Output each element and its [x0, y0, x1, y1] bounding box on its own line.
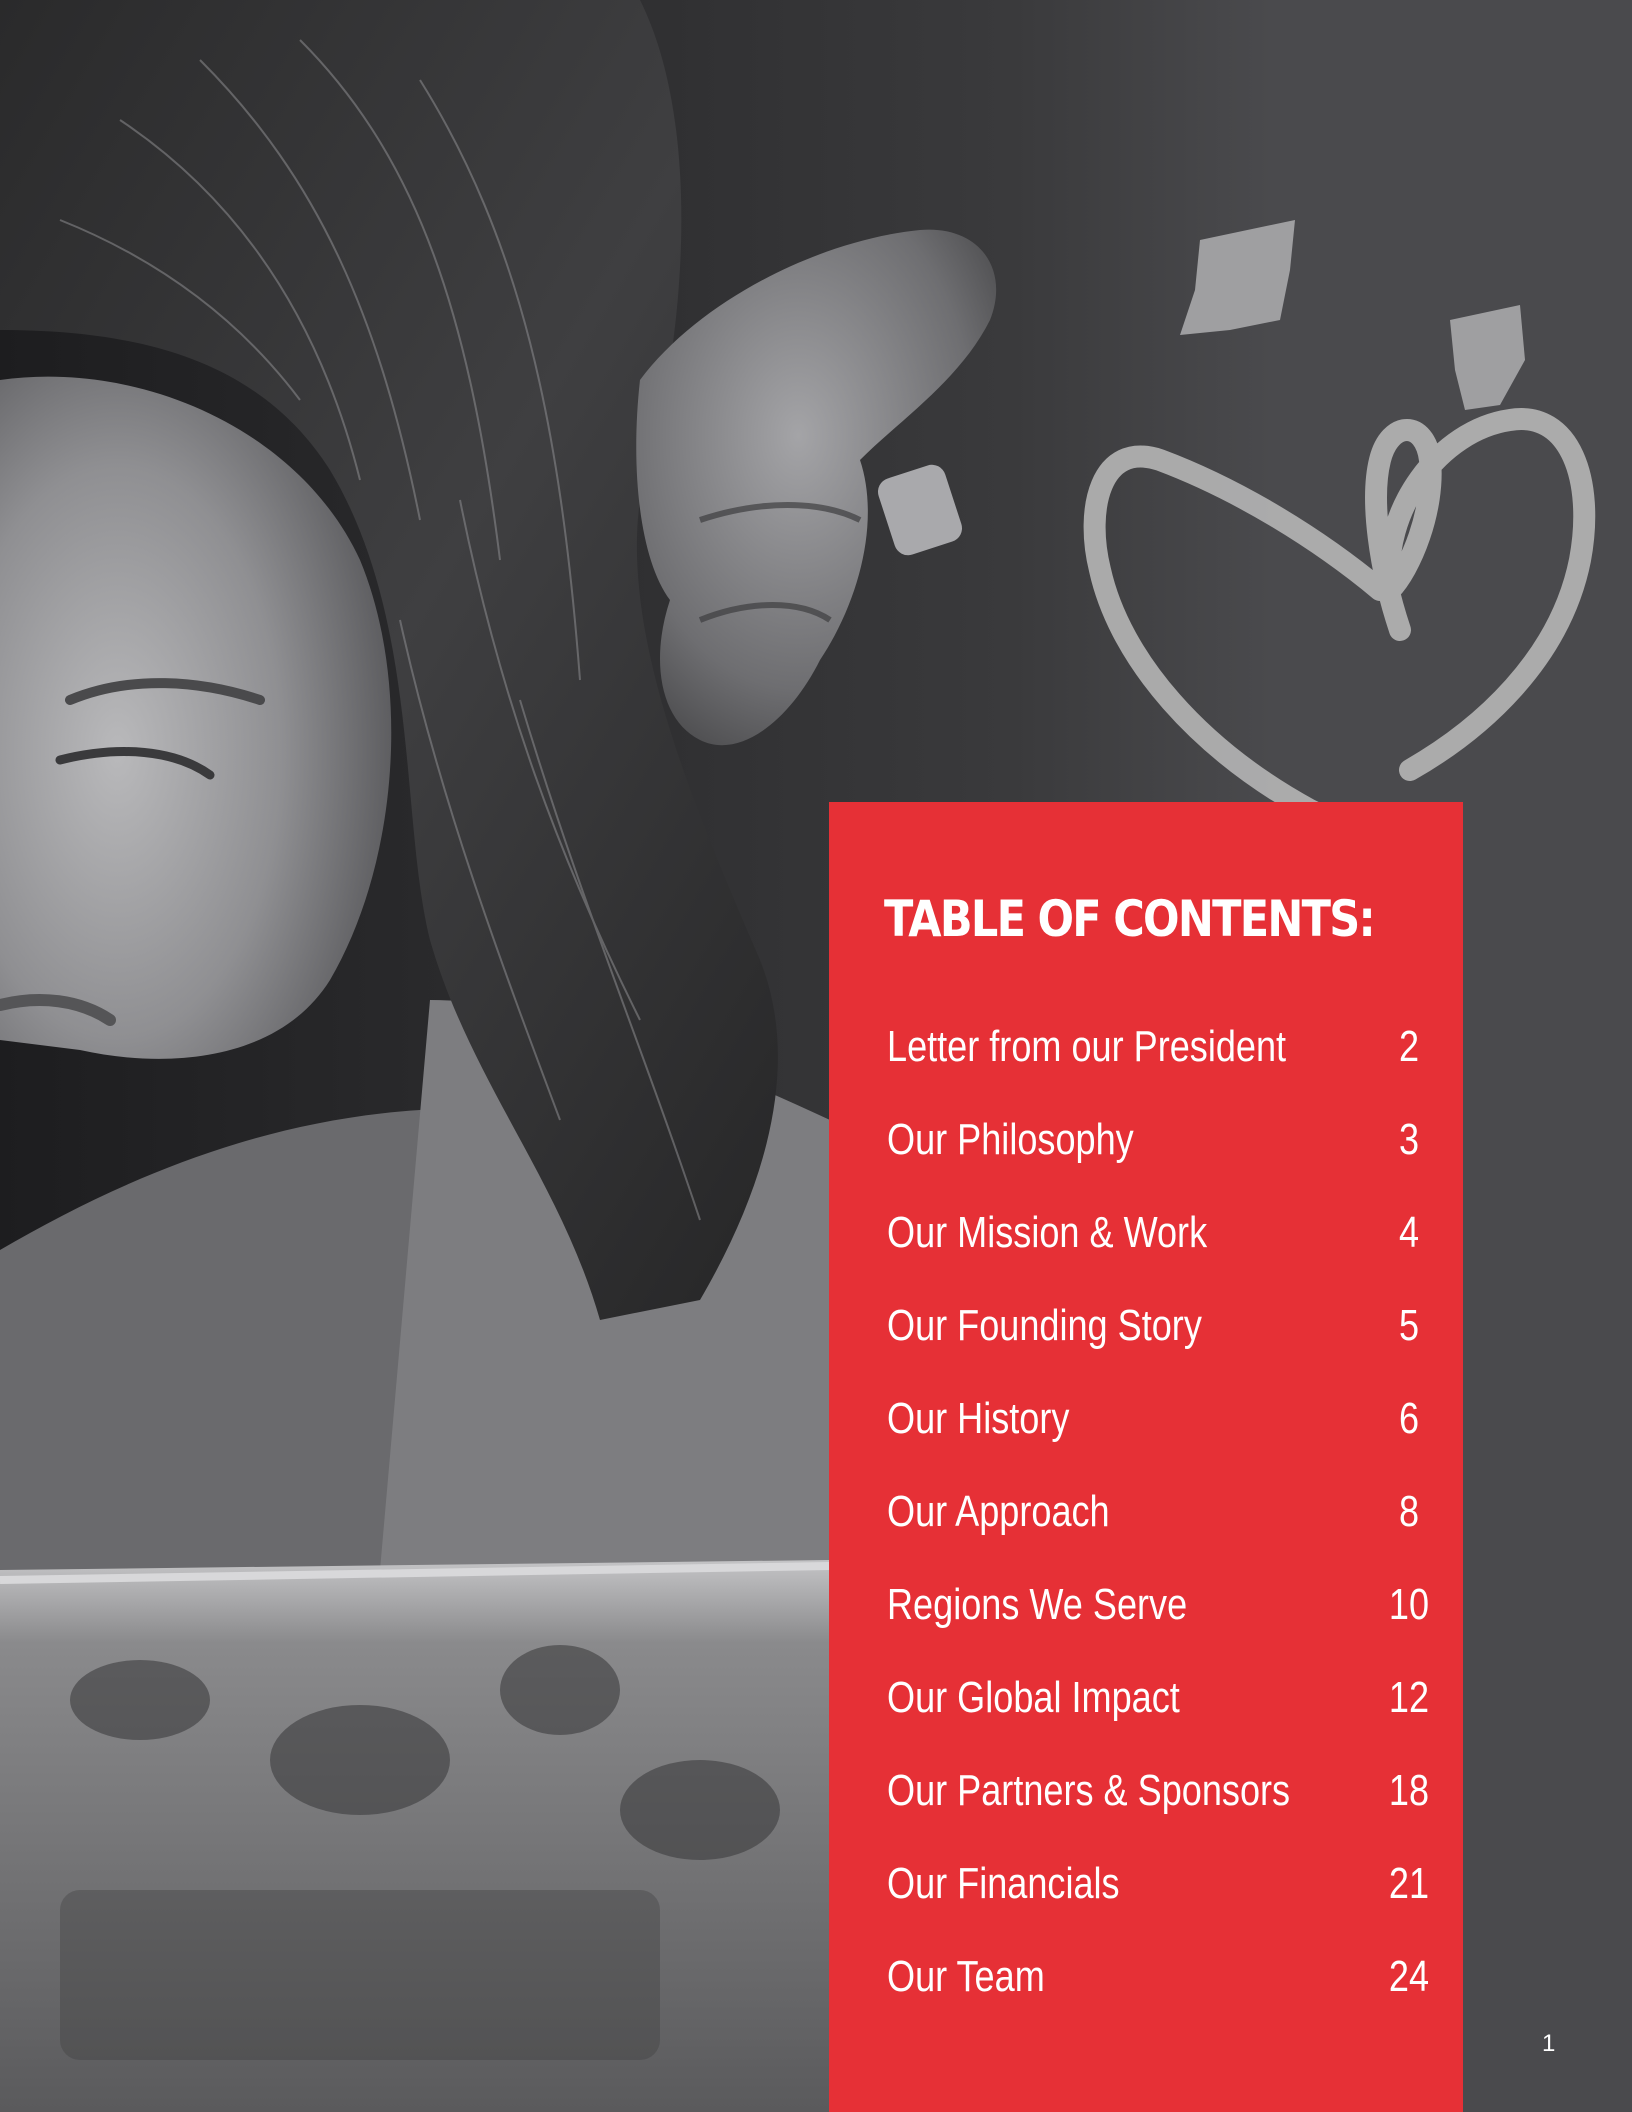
toc-entry-page: 4 — [1398, 1208, 1420, 1257]
toc-entry-page: 2 — [1398, 1022, 1420, 1071]
toc-entry-label: Our Team — [887, 1952, 1045, 2001]
toc-entry-label: Our Partners & Sponsors — [887, 1766, 1291, 1815]
toc-entry-label: Our History — [887, 1394, 1070, 1443]
toc-entry-label: Our Financials — [887, 1859, 1120, 1908]
toc-entry-history[interactable]: Our History 6 — [887, 1394, 1427, 1454]
toc-entry-partners-sponsors[interactable]: Our Partners & Sponsors 18 — [887, 1766, 1429, 1826]
toc-entry-page: 24 — [1388, 1952, 1430, 2001]
toc-entry-page: 12 — [1388, 1673, 1430, 1722]
toc-entry-philosophy[interactable]: Our Philosophy 3 — [887, 1115, 1427, 1175]
page-number: 1 — [1542, 2030, 1556, 2057]
toc-entry-team[interactable]: Our Team 24 — [887, 1952, 1429, 2012]
toc-entry-page: 8 — [1398, 1487, 1420, 1536]
toc-entry-page: 18 — [1388, 1766, 1430, 1815]
toc-entry-letter-from-president[interactable]: Letter from our President 2 — [887, 1022, 1427, 1082]
toc-entry-label: Our Global Impact — [887, 1673, 1180, 1722]
toc-entry-founding-story[interactable]: Our Founding Story 5 — [887, 1301, 1427, 1361]
toc-entry-financials[interactable]: Our Financials 21 — [887, 1859, 1429, 1919]
table-of-contents-panel: TABLE OF CONTENTS: Letter from our Presi… — [829, 802, 1463, 2112]
toc-entry-page: 5 — [1398, 1301, 1420, 1350]
toc-entry-label: Our Approach — [887, 1487, 1110, 1536]
toc-entry-mission-work[interactable]: Our Mission & Work 4 — [887, 1208, 1427, 1268]
toc-entry-approach[interactable]: Our Approach 8 — [887, 1487, 1427, 1547]
toc-entry-page: 3 — [1398, 1115, 1420, 1164]
toc-entry-label: Regions We Serve — [887, 1580, 1188, 1629]
toc-entry-page: 6 — [1398, 1394, 1420, 1443]
toc-entry-label: Our Founding Story — [887, 1301, 1202, 1350]
toc-entry-page: 10 — [1388, 1580, 1430, 1629]
toc-entry-label: Letter from our President — [887, 1022, 1287, 1071]
toc-entry-label: Our Mission & Work — [887, 1208, 1208, 1257]
toc-entry-regions[interactable]: Regions We Serve 10 — [887, 1580, 1429, 1640]
toc-entry-global-impact[interactable]: Our Global Impact 12 — [887, 1673, 1429, 1733]
toc-title: TABLE OF CONTENTS: — [884, 890, 1376, 948]
toc-entry-label: Our Philosophy — [887, 1115, 1134, 1164]
toc-entry-page: 21 — [1388, 1859, 1430, 1908]
